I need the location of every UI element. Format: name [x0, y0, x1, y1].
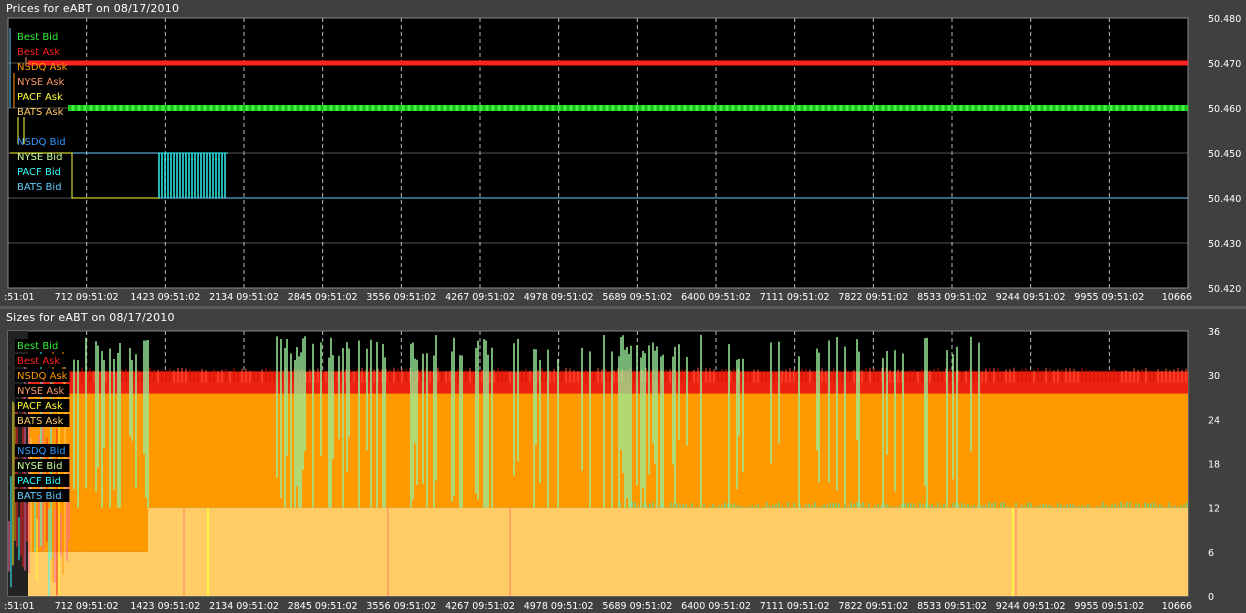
x-tick-label: 3556 09:51:02: [366, 292, 436, 303]
x-tick-label: 4978 09:51:02: [524, 601, 594, 612]
legend-entry: BATS Ask: [17, 416, 64, 427]
legend-entry: NSDQ Ask: [17, 371, 68, 382]
x-tick-label: 7822 09:51:02: [838, 601, 908, 612]
x-tick-label: 3556 09:51:02: [366, 601, 436, 612]
y-tick-label: 50.420: [1208, 284, 1241, 295]
legend-entry: NYSE Bid: [17, 461, 62, 472]
x-tick-label: 10666: [1162, 601, 1192, 612]
legend-entry: PACF Bid: [17, 476, 61, 487]
x-tick-label: 6400 09:51:02: [681, 292, 751, 303]
y-tick-label: 50.470: [1208, 59, 1241, 70]
x-tick-label: 8533 09:51:02: [917, 292, 987, 303]
x-tick-label: 9955 09:51:02: [1074, 601, 1144, 612]
legend-entry: NSDQ Bid: [17, 446, 66, 457]
legend-entry: NSDQ Ask: [17, 62, 68, 73]
best-ask-line: [28, 60, 1188, 66]
legend-entry: Best Ask: [17, 356, 60, 367]
legend-entry: BATS Bid: [17, 491, 62, 502]
bats-ask-area-early: [28, 551, 148, 596]
x-tick-label: 5689 09:51:02: [602, 601, 672, 612]
legend-entry: BATS Ask: [17, 107, 64, 118]
x-tick-label: 4267 09:51:02: [445, 292, 515, 303]
x-tick-label: 2845 09:51:02: [288, 601, 358, 612]
x-tick-label: 8533 09:51:02: [917, 601, 987, 612]
x-tick-label: 5689 09:51:02: [602, 292, 672, 303]
x-tick-label: 2134 09:51:02: [209, 601, 279, 612]
x-tick-label: 712 09:51:02: [55, 601, 119, 612]
x-tick-label: 4267 09:51:02: [445, 601, 515, 612]
x-tick-label: 7822 09:51:02: [838, 292, 908, 303]
legend-entry: Best Ask: [17, 47, 60, 58]
y-tick-label: 30: [1208, 371, 1220, 382]
legend-entry: BATS Bid: [17, 182, 62, 193]
prices-chart: 50.480 50.470 50.460 50.450 50.440 50.430 50.4…: [4, 14, 1241, 303]
y-tick-label: 6: [1208, 548, 1214, 559]
y-tick-label: 0: [1208, 592, 1214, 603]
x-tick-label: 1423 09:51:02: [130, 292, 200, 303]
x-tick-label: 2845 09:51:02: [288, 292, 358, 303]
x-tick-label: 4978 09:51:02: [524, 292, 594, 303]
x-tick-label: 9955 09:51:02: [1074, 292, 1144, 303]
x-tick-label: :51:01: [4, 292, 35, 303]
x-tick-label: :51:01: [4, 601, 35, 612]
prices-panel: Prices for eABT on 08/17/2010 50.480 50.4…: [0, 0, 1246, 306]
x-tick-label: 10666: [1162, 292, 1192, 303]
x-tick-label: 7111 09:51:02: [760, 292, 830, 303]
legend-entry: PACF Ask: [17, 92, 63, 103]
legend-entry: NSDQ Bid: [17, 137, 66, 148]
x-tick-label: 7111 09:51:02: [760, 601, 830, 612]
legend-entry: NYSE Ask: [17, 77, 64, 88]
sizes-chart: 36 30 24 18 12 6 0 :51:01 712 09:51:02 1423 09:51…: [4, 327, 1220, 612]
y-tick-label: 50.480: [1208, 14, 1241, 25]
legend-entry: NYSE Ask: [17, 386, 64, 397]
legend-entry: Best Bid: [17, 32, 58, 43]
legend-entry: NYSE Bid: [17, 152, 62, 163]
x-tick-label: 2134 09:51:02: [209, 292, 279, 303]
y-tick-label: 50.450: [1208, 149, 1241, 160]
y-tick-label: 50.440: [1208, 194, 1241, 205]
legend-entry: PACF Ask: [17, 401, 63, 412]
x-tick-label: 9244 09:51:02: [996, 292, 1066, 303]
y-tick-label: 24: [1208, 415, 1220, 426]
legend-entry: Best Bid: [17, 341, 58, 352]
nsdq-ask-area-late: [1030, 397, 1188, 501]
legend-entry: PACF Bid: [17, 167, 61, 178]
sizes-panel: Sizes for eABT on 08/17/2010 36 30 24 18 12 6…: [0, 309, 1246, 613]
y-tick-label: 18: [1208, 460, 1220, 471]
y-tick-label: 50.430: [1208, 239, 1241, 250]
y-tick-label: 12: [1208, 504, 1220, 515]
x-tick-label: 9244 09:51:02: [996, 601, 1066, 612]
x-tick-label: 6400 09:51:02: [681, 601, 751, 612]
bats-ask-area: [148, 507, 1188, 596]
x-tick-label: 1423 09:51:02: [130, 601, 200, 612]
x-tick-label: 712 09:51:02: [55, 292, 119, 303]
y-tick-label: 50.460: [1208, 104, 1241, 115]
y-tick-label: 36: [1208, 327, 1220, 338]
